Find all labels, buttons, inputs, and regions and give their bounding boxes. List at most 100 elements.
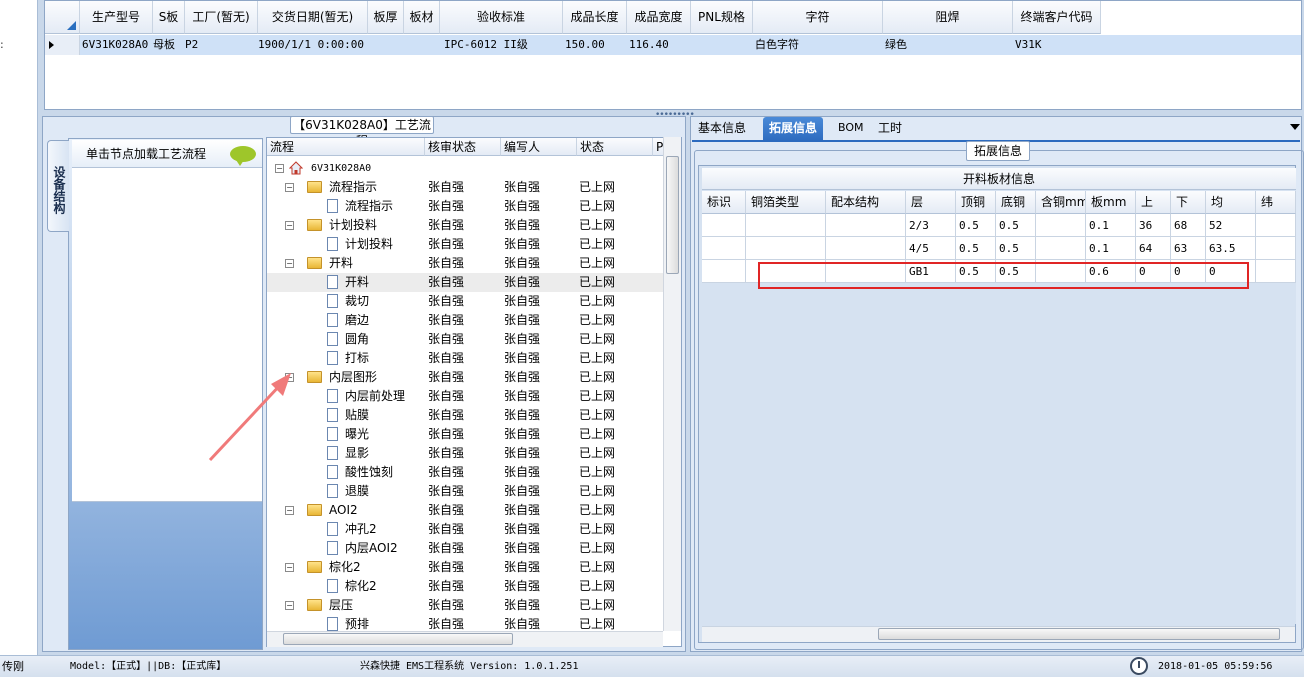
tree-scroll-thumb[interactable]	[666, 156, 679, 274]
tree-hscroll-thumb[interactable]	[283, 633, 513, 645]
header-cell[interactable]: 成品长度	[563, 1, 627, 34]
collapse-icon[interactable]: −	[285, 183, 294, 192]
grid-cell[interactable]	[826, 237, 906, 260]
cell-sboard[interactable]: 母板	[151, 35, 183, 55]
tree-header-status[interactable]: 状态	[577, 138, 653, 156]
tree-root[interactable]: − 6V31K028A0	[267, 159, 665, 178]
header-cell[interactable]: 板材	[404, 1, 440, 34]
grid-cell[interactable]	[1256, 214, 1296, 237]
collapse-icon[interactable]: −	[285, 563, 294, 572]
header-cell[interactable]: S板	[153, 1, 185, 34]
grid-header-cell[interactable]: 均	[1206, 191, 1256, 214]
grid-header-cell[interactable]: 纬	[1256, 191, 1296, 214]
tree-row[interactable]: 开料 张自强 张自强 已上网	[267, 273, 665, 292]
grid-cell[interactable]: 0.5	[956, 237, 996, 260]
tree-row[interactable]: 退膜 张自强 张自强 已上网	[267, 482, 665, 501]
tree-header-author[interactable]: 编写人	[501, 138, 577, 156]
grid-cell[interactable]: 36	[1136, 214, 1171, 237]
tree-row[interactable]: 打标 张自强 张自强 已上网	[267, 349, 665, 368]
collapse-icon[interactable]: −	[285, 506, 294, 515]
grid-cell[interactable]: 0.1	[1086, 214, 1136, 237]
grid-header-cell[interactable]: 下	[1171, 191, 1206, 214]
grid-cell[interactable]	[1036, 214, 1086, 237]
grid-cell[interactable]: 0.5	[996, 214, 1036, 237]
tree-row[interactable]: − 棕化2 张自强 张自强 已上网	[267, 558, 665, 577]
tree-header-flow[interactable]: 流程	[267, 138, 425, 156]
cell-delivery-date[interactable]: 1900/1/1 0:00:00	[256, 35, 368, 55]
grid-cell[interactable]	[746, 214, 826, 237]
tab-extended-info[interactable]: 拓展信息	[763, 117, 824, 141]
tree-row[interactable]: 裁切 张自强 张自强 已上网	[267, 292, 665, 311]
cell-acceptance[interactable]: IPC-6012 II级	[442, 35, 563, 55]
grid-cell[interactable]: 0.1	[1086, 237, 1136, 260]
collapse-icon[interactable]: −	[275, 164, 284, 173]
grid-cell[interactable]: 52	[1206, 214, 1256, 237]
header-cell[interactable]: PNL规格	[691, 1, 753, 34]
header-cell[interactable]: 成品宽度	[627, 1, 691, 34]
tree-row[interactable]: 圆角 张自强 张自强 已上网	[267, 330, 665, 349]
grid-cell[interactable]: 0.5	[956, 214, 996, 237]
process-tree[interactable]: 流程 核审状态 编写人 状态 Pl − 6V31K028A0 − 流程指示 张自强张…	[266, 137, 682, 647]
grid-cell[interactable]	[1036, 237, 1086, 260]
tree-row[interactable]: 棕化2 张自强 张自强 已上网	[267, 577, 665, 596]
header-cell[interactable]: 阻焊	[883, 1, 1013, 34]
grid-corner-icon[interactable]	[45, 1, 80, 34]
grid-hscroll-thumb[interactable]	[878, 628, 1280, 640]
grid-header-cell[interactable]: 顶铜	[956, 191, 996, 214]
grid-cell[interactable]	[702, 214, 746, 237]
grid-cell[interactable]	[1256, 237, 1296, 260]
tree-row[interactable]: − 计划投料 张自强 张自强 已上网	[267, 216, 665, 235]
grid-header-cell[interactable]: 上	[1136, 191, 1171, 214]
grid-header-cell[interactable]: 铜箔类型	[746, 191, 826, 214]
grid-cell[interactable]	[702, 237, 746, 260]
tree-row[interactable]: − 内层图形 张自强 张自强 已上网	[267, 368, 665, 387]
cell-width[interactable]: 116.40	[627, 35, 691, 55]
tree-row[interactable]: − 层压 张自强 张自强 已上网	[267, 596, 665, 615]
tree-row[interactable]: 贴膜 张自强 张自强 已上网	[267, 406, 665, 425]
grid-header-cell[interactable]: 板mm	[1086, 191, 1136, 214]
grid-header-cell[interactable]: 层	[906, 191, 956, 214]
collapse-icon[interactable]: −	[285, 601, 294, 610]
comment-bubble-icon[interactable]	[230, 146, 256, 166]
header-cell[interactable]: 验收标准	[440, 1, 563, 34]
collapse-icon[interactable]: −	[285, 259, 294, 268]
grid-cell[interactable]	[702, 260, 746, 283]
tree-row[interactable]: 磨边 张自强 张自强 已上网	[267, 311, 665, 330]
tree-row[interactable]: 曝光 张自强 张自强 已上网	[267, 425, 665, 444]
cell-model[interactable]: 6V31K028A0	[80, 35, 153, 55]
collapse-icon[interactable]: −	[285, 221, 294, 230]
grid-cell[interactable]: 4/5	[906, 237, 956, 260]
tree-row[interactable]: − 开料 张自强 张自强 已上网	[267, 254, 665, 273]
grid-header-cell[interactable]: 底铜	[996, 191, 1036, 214]
tab-basic-info[interactable]: 基本信息	[692, 117, 752, 141]
grid-cell[interactable]	[746, 237, 826, 260]
header-cell[interactable]: 交货日期(暂无)	[258, 1, 368, 34]
cell-length[interactable]: 150.00	[563, 35, 627, 55]
grid-cell[interactable]	[826, 214, 906, 237]
header-cell[interactable]: 工厂(暂无)	[185, 1, 258, 34]
header-cell[interactable]: 字符	[753, 1, 883, 34]
grid-cell[interactable]: 68	[1171, 214, 1206, 237]
grid-cell[interactable]: 63.5	[1206, 237, 1256, 260]
tree-row[interactable]: 酸性蚀刻 张自强 张自强 已上网	[267, 463, 665, 482]
header-cell[interactable]: 终端客户代码	[1013, 1, 1101, 34]
tree-row[interactable]: 内层前处理 张自强 张自强 已上网	[267, 387, 665, 406]
tree-row[interactable]: 计划投料 张自强 张自强 已上网	[267, 235, 665, 254]
grid-cell[interactable]	[1256, 260, 1296, 283]
grid-cell[interactable]: 63	[1171, 237, 1206, 260]
grid-cell[interactable]: 64	[1136, 237, 1171, 260]
chevron-down-icon[interactable]	[1290, 124, 1300, 130]
grid-header-cell[interactable]: 配本结构	[826, 191, 906, 214]
tab-bom[interactable]: BOM	[832, 117, 870, 141]
tree-row[interactable]: 内层AOI2 张自强 张自强 已上网	[267, 539, 665, 558]
grid-header-cell[interactable]: 标识	[702, 191, 746, 214]
tree-row[interactable]: 显影 张自强 张自强 已上网	[267, 444, 665, 463]
header-cell[interactable]: 生产型号	[80, 1, 153, 34]
header-cell[interactable]: 板厚	[368, 1, 404, 34]
tab-labor-hours[interactable]: 工时	[872, 117, 908, 141]
cell-soldermask[interactable]: 绿色	[883, 35, 1013, 55]
cell-legend[interactable]: 白色字符	[753, 35, 883, 55]
tree-header-review[interactable]: 核审状态	[425, 138, 501, 156]
grid-cell[interactable]: 2/3	[906, 214, 956, 237]
tree-row[interactable]: − 流程指示 张自强 张自强 已上网	[267, 178, 665, 197]
